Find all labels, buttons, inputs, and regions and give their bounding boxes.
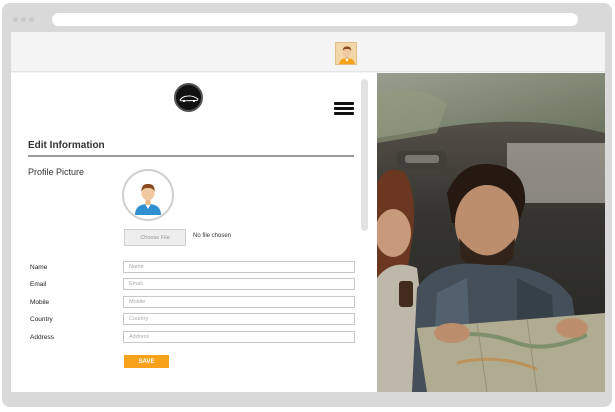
browser-window: Edit Information Profile Picture Choose …: [2, 3, 612, 407]
address-label: Address: [30, 334, 54, 341]
edit-panel: Edit Information Profile Picture Choose …: [11, 73, 369, 392]
window-dot: [21, 17, 26, 22]
hamburger-menu-icon[interactable]: [334, 102, 354, 115]
country-field[interactable]: [123, 313, 355, 325]
top-header: [11, 32, 605, 72]
mobile-label: Mobile: [30, 299, 50, 306]
file-status-text: No file chosen: [193, 233, 232, 239]
mobile-field[interactable]: [123, 296, 355, 308]
profile-avatar: [122, 169, 174, 221]
profile-picture-label: Profile Picture: [28, 167, 85, 177]
main-content: Edit Information Profile Picture Choose …: [11, 73, 605, 392]
choose-file-button[interactable]: Choose File: [124, 229, 186, 246]
title-divider: [28, 155, 354, 157]
menu-bar: [334, 107, 354, 110]
page-viewport: Edit Information Profile Picture Choose …: [11, 32, 605, 392]
name-label: Name: [30, 264, 48, 271]
save-button[interactable]: SAVE: [124, 355, 169, 368]
email-field[interactable]: [123, 278, 355, 290]
page-title: Edit Information: [28, 140, 105, 151]
country-label: Country: [30, 316, 53, 323]
user-avatar-icon[interactable]: [335, 42, 357, 65]
scrollbar[interactable]: [361, 79, 368, 231]
hero-photo: [377, 73, 605, 392]
address-field[interactable]: [123, 331, 355, 343]
menu-bar: [334, 112, 354, 115]
address-bar[interactable]: [52, 13, 578, 26]
user-avatar-icon: [135, 183, 161, 215]
browser-chrome: [2, 3, 612, 31]
menu-bar: [334, 102, 354, 105]
name-field[interactable]: [123, 261, 355, 273]
email-label: Email: [30, 281, 47, 288]
car-logo-icon[interactable]: [174, 83, 203, 112]
window-dot: [13, 17, 18, 22]
window-dots: [13, 17, 34, 22]
window-dot: [29, 17, 34, 22]
